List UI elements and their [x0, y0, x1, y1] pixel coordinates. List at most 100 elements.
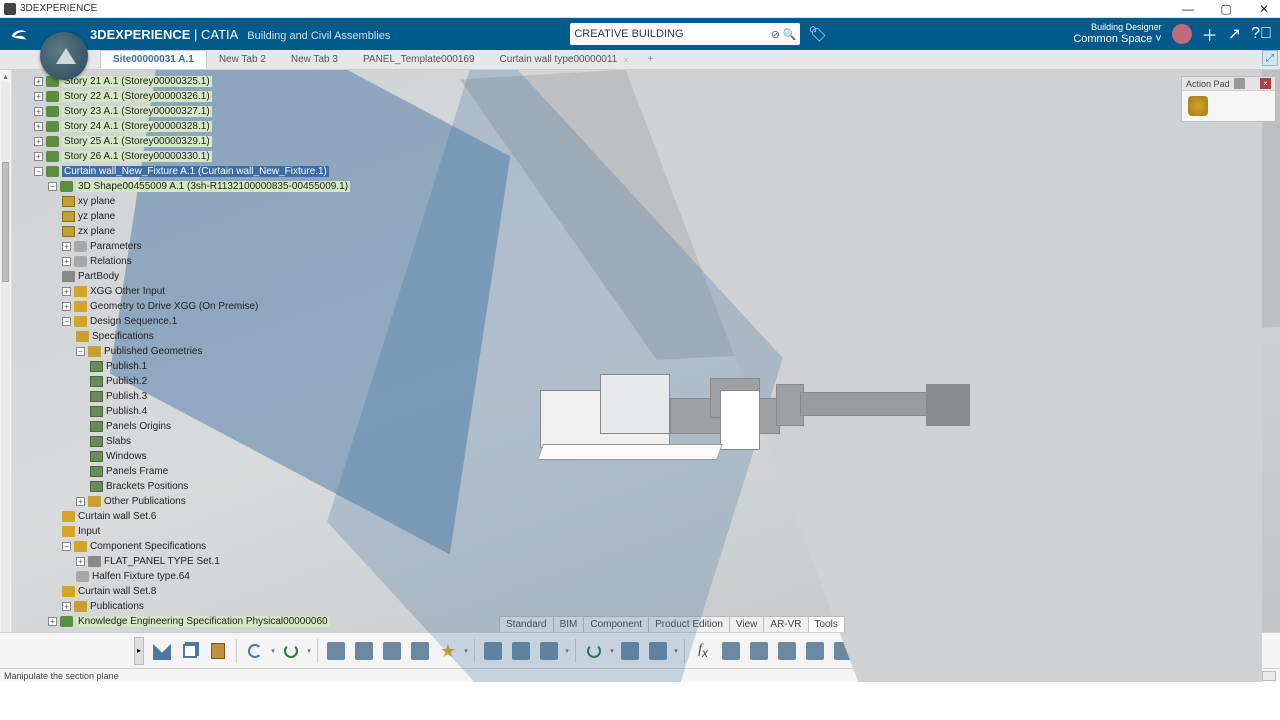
tree-parameters[interactable]: +Parameters — [16, 239, 350, 254]
expand-icon[interactable]: + — [48, 617, 57, 626]
tree-published-geometries[interactable]: −Published Geometries — [16, 344, 350, 359]
tree-curtain-wall-fixture[interactable]: −Curtain wall_New_Fixture A.1 (Curtain w… — [16, 164, 350, 179]
tree-panels-origins[interactable]: Panels Origins — [16, 419, 350, 434]
tree-knowledge-spec[interactable]: +Knowledge Engineering Specification Phy… — [16, 614, 350, 629]
collapse-icon[interactable]: − — [34, 167, 43, 176]
close-panel-icon[interactable]: × — [1260, 78, 1271, 89]
tree-flat-panel-type[interactable]: +FLAT_PANEL TYPE Set.1 — [16, 554, 350, 569]
undo-dropdown[interactable]: ▾ — [269, 638, 277, 664]
tree-slabs[interactable]: Slabs — [16, 434, 350, 449]
collapse-icon[interactable]: − — [48, 182, 57, 191]
tree-windows[interactable]: Windows — [16, 449, 350, 464]
undo-button[interactable] — [242, 638, 268, 664]
robot-icon[interactable] — [1188, 96, 1208, 116]
user-avatar[interactable] — [1172, 24, 1192, 44]
tree-story-22[interactable]: +Story 22 A.1 (Storey00000326.1) — [16, 89, 350, 104]
add-icon[interactable]: ＋ — [1202, 22, 1218, 46]
status-slot-3[interactable] — [1262, 671, 1276, 681]
tab-curtain-wall[interactable]: Curtain wall type00000011× — [488, 50, 642, 69]
expand-icon[interactable]: + — [62, 287, 71, 296]
scroll-thumb[interactable] — [2, 162, 9, 282]
tree-specifications[interactable]: Specifications — [16, 329, 350, 344]
collapse-icon[interactable]: − — [76, 347, 85, 356]
expand-icon[interactable]: + — [62, 302, 71, 311]
tree-geometry-drive[interactable]: +Geometry to Drive XGG (On Premise) — [16, 299, 350, 314]
update-button[interactable] — [278, 638, 304, 664]
expand-icon[interactable]: + — [76, 557, 85, 566]
role-display[interactable]: Building Designer Common Space ˅ — [1073, 23, 1161, 45]
tab-new3[interactable]: New Tab 3 — [279, 50, 351, 69]
collapse-icon[interactable]: − — [62, 317, 71, 326]
tool-button-3[interactable] — [379, 638, 405, 664]
tool-button-4[interactable] — [407, 638, 433, 664]
close-button[interactable]: ✕ — [1252, 2, 1276, 16]
tool-tab-arvr[interactable]: AR-VR — [763, 616, 808, 632]
share-icon[interactable]: ↗ — [1228, 24, 1241, 44]
search-input[interactable] — [574, 28, 768, 40]
paste-button[interactable] — [205, 638, 231, 664]
tree-yz-plane[interactable]: yz plane — [16, 209, 350, 224]
tree-publish-2[interactable]: Publish.2 — [16, 374, 350, 389]
tab-site[interactable]: Site00000031 A.1 — [100, 50, 207, 69]
tree-relations[interactable]: +Relations — [16, 254, 350, 269]
tree-scrollbar-vertical[interactable]: ▴ ▾ — [0, 70, 12, 682]
tree-xy-plane[interactable]: xy plane — [16, 194, 350, 209]
tree-publish-3[interactable]: Publish.3 — [16, 389, 350, 404]
tree-3d-shape[interactable]: −3D Shape00455009 A.1 (3sh-R113210000083… — [16, 179, 350, 194]
tab-close-icon[interactable]: × — [623, 55, 628, 65]
expand-icon[interactable]: + — [62, 602, 71, 611]
expand-icon[interactable]: + — [34, 107, 43, 116]
tool-button-1[interactable] — [323, 638, 349, 664]
tree-component-specs[interactable]: −Component Specifications — [16, 539, 350, 554]
expand-icon[interactable]: + — [62, 257, 71, 266]
expand-tabs-button[interactable]: ⤢ — [1262, 50, 1278, 66]
formula-button[interactable]: fx — [690, 638, 716, 664]
tree-zx-plane[interactable]: zx plane — [16, 224, 350, 239]
tool-tab-tools[interactable]: Tools — [808, 616, 845, 632]
search-icon[interactable]: 🔍 — [782, 27, 796, 41]
add-tab-button[interactable]: + — [641, 50, 659, 69]
tree-design-sequence[interactable]: −Design Sequence.1 — [16, 314, 350, 329]
tool-button-2[interactable] — [351, 638, 377, 664]
tool-button-11[interactable] — [802, 638, 828, 664]
expand-icon[interactable]: + — [34, 122, 43, 131]
viewport[interactable]: ▴ ▾ +Story 21 A.1 (Storey00000325.1) +St… — [0, 70, 1280, 682]
minimize-button[interactable]: — — [1176, 2, 1200, 16]
tree-other-publications[interactable]: +Other Publications — [16, 494, 350, 509]
tree-halfen-fixture[interactable]: Halfen Fixture type.64 — [16, 569, 350, 584]
tree-publish-1[interactable]: Publish.1 — [16, 359, 350, 374]
tab-panel-template[interactable]: PANEL_Template000169 — [351, 50, 488, 69]
tree-publications[interactable]: +Publications — [16, 599, 350, 614]
tree-curtain-wall-set6[interactable]: Curtain wall Set.6 — [16, 509, 350, 524]
expand-icon[interactable]: + — [76, 497, 85, 506]
tool-button-9[interactable] — [718, 638, 744, 664]
tree-story-26[interactable]: +Story 26 A.1 (Storey00000330.1) — [16, 149, 350, 164]
tree-publish-4[interactable]: Publish.4 — [16, 404, 350, 419]
expand-icon[interactable]: + — [34, 77, 43, 86]
tree-input[interactable]: Input — [16, 524, 350, 539]
maximize-button[interactable]: ▢ — [1214, 2, 1238, 16]
help-icon[interactable]: ?⃝ — [1251, 25, 1272, 43]
tag-icon[interactable]: 🏷 — [808, 25, 827, 43]
expand-icon[interactable]: + — [34, 92, 43, 101]
tree-panels-frame[interactable]: Panels Frame — [16, 464, 350, 479]
expand-icon[interactable]: + — [34, 137, 43, 146]
compass-button[interactable] — [40, 32, 88, 80]
copy-button[interactable] — [177, 638, 203, 664]
tree-story-23[interactable]: +Story 23 A.1 (Storey00000327.1) — [16, 104, 350, 119]
tree-partbody[interactable]: PartBody — [16, 269, 350, 284]
tool-button-10[interactable] — [774, 638, 800, 664]
tree-story-25[interactable]: +Story 25 A.1 (Storey00000329.1) — [16, 134, 350, 149]
expand-icon[interactable]: + — [34, 152, 43, 161]
tree-xgg-input[interactable]: +XGG Other Input — [16, 284, 350, 299]
tree-curtain-wall-set8[interactable]: Curtain wall Set.8 — [16, 584, 350, 599]
toolbar-expand-handle[interactable]: ▸ — [134, 637, 144, 665]
cut-button[interactable] — [149, 638, 175, 664]
scroll-up-arrow[interactable]: ▴ — [0, 70, 11, 82]
pin-icon[interactable] — [1234, 78, 1245, 89]
tool-tab-view[interactable]: View — [729, 616, 765, 632]
collapse-icon[interactable]: − — [62, 542, 71, 551]
tree-brackets-positions[interactable]: Brackets Positions — [16, 479, 350, 494]
expand-icon[interactable]: + — [62, 242, 71, 251]
tab-new2[interactable]: New Tab 2 — [207, 50, 279, 69]
